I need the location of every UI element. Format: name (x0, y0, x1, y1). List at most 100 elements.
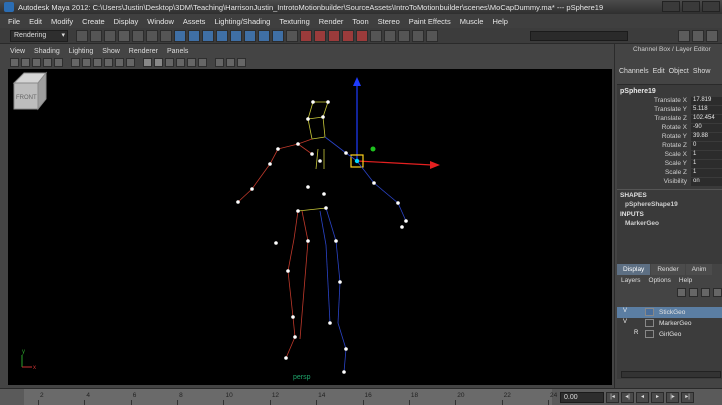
menu-edit[interactable]: Edit (29, 17, 42, 26)
wireframe-on-shaded-icon[interactable] (165, 58, 174, 67)
attribute-value[interactable]: on (691, 178, 722, 186)
attribute-value[interactable]: 0 (691, 142, 722, 150)
layer-name[interactable]: GirlGeo (659, 331, 681, 338)
render-current-frame-icon[interactable] (384, 30, 396, 42)
layer-color-swatch[interactable] (645, 330, 654, 338)
attribute-row[interactable]: Translate X 17.819 (617, 97, 722, 106)
snap-to-curve-icon[interactable] (314, 30, 326, 42)
layer-tab-render[interactable]: Render (651, 264, 685, 275)
attribute-row[interactable]: Scale X 1 (617, 151, 722, 160)
create-layer-from-selected-icon[interactable] (701, 288, 710, 297)
image-plane-icon[interactable] (43, 58, 52, 67)
select-by-dynamic-icon[interactable] (244, 30, 256, 42)
channel-box-menu-show[interactable]: Show (693, 68, 711, 80)
safe-title-icon[interactable] (126, 58, 135, 67)
ipr-render-icon[interactable] (398, 30, 410, 42)
select-by-rendering-icon[interactable] (258, 30, 270, 42)
layer-color-swatch[interactable] (645, 308, 654, 316)
select-by-misc-icon[interactable] (272, 30, 284, 42)
menu-modify[interactable]: Modify (51, 17, 73, 26)
attribute-row[interactable]: Visibility on (617, 178, 722, 187)
attribute-row[interactable]: Translate Z 102.454 (617, 115, 722, 124)
select-by-handle-icon[interactable] (174, 30, 186, 42)
select-camera-icon[interactable] (10, 58, 19, 67)
gate-mask-icon[interactable] (93, 58, 102, 67)
current-time-field[interactable]: 0.00 (560, 392, 604, 403)
menu-set-dropdown[interactable]: Rendering (10, 30, 68, 42)
xray-joints-icon[interactable] (226, 58, 235, 67)
snap-to-view-plane-icon[interactable] (342, 30, 354, 42)
go-to-end-icon[interactable]: ▸| (681, 392, 694, 403)
move-layer-up-icon[interactable] (677, 288, 686, 297)
textured-icon[interactable] (176, 58, 185, 67)
menu-file[interactable]: File (8, 17, 20, 26)
layer-visibility-toggle[interactable]: V (623, 319, 630, 327)
channel-box-toggle-icon[interactable] (706, 30, 718, 42)
panel-menu-view[interactable]: View (10, 48, 25, 55)
attribute-row[interactable]: Scale Y 1 (617, 160, 722, 169)
attribute-row[interactable]: Scale Z 1 (617, 169, 722, 178)
menu-assets[interactable]: Assets (183, 17, 206, 26)
layer-options-icon[interactable] (713, 288, 722, 297)
attribute-value[interactable]: 102.454 (691, 115, 722, 123)
maximize-button[interactable] (682, 1, 700, 12)
resolution-gate-icon[interactable] (82, 58, 91, 67)
menu-display[interactable]: Display (114, 17, 139, 26)
layer-type-toggle[interactable]: R (634, 330, 642, 338)
input-line-field[interactable] (530, 31, 628, 41)
menu-paint-effects[interactable]: Paint Effects (409, 17, 451, 26)
attribute-value[interactable]: -90 (691, 124, 722, 132)
input-name[interactable]: MarkerGeo (617, 220, 722, 229)
create-empty-layer-icon[interactable] (689, 288, 698, 297)
layer-menu-layers[interactable]: Layers (621, 277, 641, 286)
layer-name[interactable]: StickGeo (659, 309, 685, 316)
panel-menu-shading[interactable]: Shading (34, 48, 60, 55)
wireframe-icon[interactable] (143, 58, 152, 67)
attribute-row[interactable]: Rotate Y 39.88 (617, 133, 722, 142)
menu-lighting-shading[interactable]: Lighting/Shading (214, 17, 270, 26)
field-chart-icon[interactable] (104, 58, 113, 67)
perspective-viewport[interactable]: y x FRONT persp (8, 69, 612, 385)
layer-list-scrollbar[interactable] (621, 371, 721, 378)
channel-box-menu-object[interactable]: Object (669, 68, 689, 80)
minimize-button[interactable] (662, 1, 680, 12)
play-forward-icon[interactable]: ▸ (651, 392, 664, 403)
layer-row[interactable]: R GirlGeo (617, 329, 722, 340)
panel-menu-lighting[interactable]: Lighting (69, 48, 94, 55)
attribute-row[interactable]: Rotate X -90 (617, 124, 722, 133)
menu-toon[interactable]: Toon (352, 17, 368, 26)
layer-visibility-toggle[interactable]: V (623, 308, 630, 316)
attribute-row[interactable]: Rotate Z 0 (617, 142, 722, 151)
layer-name[interactable]: MarkerGeo (659, 320, 692, 327)
panel-menu-show[interactable]: Show (102, 48, 120, 55)
layer-menu-options[interactable]: Options (649, 277, 671, 286)
layer-tab-anim[interactable]: Anim (685, 264, 713, 275)
layer-type-toggle[interactable] (634, 308, 642, 316)
snap-to-grid-icon[interactable] (300, 30, 312, 42)
menu-muscle[interactable]: Muscle (460, 17, 484, 26)
safe-action-icon[interactable] (115, 58, 124, 67)
make-live-icon[interactable] (356, 30, 368, 42)
layer-tab-display[interactable]: Display (617, 264, 651, 275)
tool-settings-toggle-icon[interactable] (692, 30, 704, 42)
shape-name[interactable]: pSphereShape19 (617, 201, 722, 210)
menu-texturing[interactable]: Texturing (279, 17, 309, 26)
attribute-value[interactable]: 1 (691, 151, 722, 159)
attribute-row[interactable]: Translate Y 5.118 (617, 106, 722, 115)
camera-attributes-icon[interactable] (21, 58, 30, 67)
menu-help[interactable]: Help (492, 17, 507, 26)
close-button[interactable] (702, 1, 720, 12)
xray-icon[interactable] (215, 58, 224, 67)
select-by-joint-icon[interactable] (188, 30, 200, 42)
save-scene-icon[interactable] (104, 30, 116, 42)
film-gate-icon[interactable] (71, 58, 80, 67)
attribute-value[interactable]: 1 (691, 160, 722, 168)
channel-box-menu-edit[interactable]: Edit (653, 68, 665, 80)
selected-object-name[interactable]: pSphere19 (617, 85, 722, 97)
scene-canvas[interactable]: y x (8, 69, 612, 385)
construction-history-icon[interactable] (370, 30, 382, 42)
layer-type-toggle[interactable] (634, 319, 642, 327)
bookmarks-icon[interactable] (32, 58, 41, 67)
attribute-value[interactable]: 5.118 (691, 106, 722, 114)
layer-color-swatch[interactable] (645, 319, 654, 327)
